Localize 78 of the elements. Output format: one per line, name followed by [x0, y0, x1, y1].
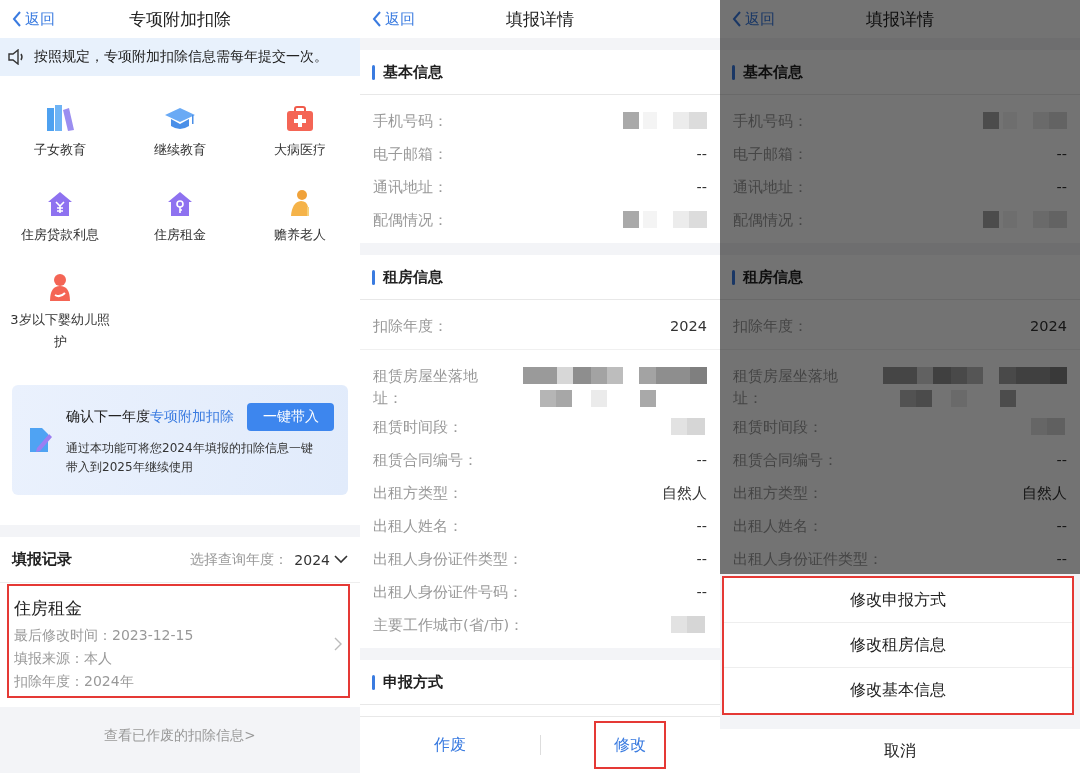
- field-value: --: [1056, 550, 1067, 569]
- field-value: --: [1056, 178, 1067, 197]
- field-label: 租赁房屋坐落地址：: [373, 367, 479, 408]
- medical-kit-icon: [286, 106, 314, 132]
- page-title: 填报详情: [866, 7, 934, 31]
- field-value: --: [696, 178, 707, 197]
- field-value: --: [696, 145, 707, 164]
- page-title: 填报详情: [506, 7, 574, 31]
- section-title: 填报记录: [12, 550, 72, 569]
- notice-text: 按照规定，专项附加扣除信息需每年提交一次。: [34, 48, 328, 66]
- record-detail: 扣除年度：2024年: [14, 671, 135, 691]
- section-marker: [372, 674, 375, 690]
- back-icon: [12, 11, 22, 27]
- blurred-value: [671, 616, 707, 633]
- section-marker: [372, 64, 375, 80]
- field-label: 出租人身份证件号码：: [373, 583, 523, 602]
- import-button[interactable]: 一键带入: [247, 403, 334, 431]
- field-label: 配偶情况：: [373, 211, 448, 230]
- field-value: --: [1056, 451, 1067, 470]
- field-label: 出租方类型：: [373, 484, 463, 503]
- record-item[interactable]: 住房租金 最后修改时间：2023-12-15 填报来源：本人 扣除年度：2024年: [7, 584, 350, 698]
- house-yen-icon: [47, 191, 73, 217]
- chevron-right-icon: [334, 637, 342, 651]
- field-value: 自然人: [1022, 484, 1067, 503]
- field-label: 主要工作城市(省/市)：: [373, 616, 525, 635]
- field-label: 电子邮箱：: [373, 145, 448, 164]
- document-pen-icon: [28, 426, 54, 454]
- field-label: 出租人身份证件类型：: [373, 550, 523, 569]
- section-title: 基本信息: [743, 62, 803, 82]
- house-key-icon: [167, 191, 193, 217]
- field-label: 手机号码：: [373, 112, 448, 131]
- field-label: 出租人姓名：: [373, 517, 463, 536]
- page-title: 专项附加扣除: [129, 7, 231, 31]
- back-button[interactable]: 返回: [12, 9, 55, 29]
- record-detail: 填报来源：本人: [14, 648, 113, 668]
- books-icon: [45, 104, 75, 132]
- cancel-button[interactable]: 取消: [720, 729, 1080, 773]
- field-value: 2024: [670, 317, 707, 336]
- field-value: --: [696, 451, 707, 470]
- field-value: --: [696, 517, 707, 536]
- back-icon: [732, 11, 742, 27]
- field-value: --: [696, 550, 707, 569]
- banner-title: 确认下一年度专项附加扣除: [66, 408, 234, 426]
- back-icon: [372, 11, 382, 27]
- category-item[interactable]: 赡养老人: [240, 187, 360, 272]
- field-value: --: [1056, 145, 1067, 164]
- record-title: 住房租金: [14, 596, 83, 620]
- field-label: 通讯地址：: [373, 178, 448, 197]
- section-title: 租房信息: [743, 267, 803, 287]
- category-item[interactable]: 子女教育: [0, 102, 120, 187]
- section-title: 申报方式: [383, 672, 443, 692]
- field-value: --: [1056, 517, 1067, 536]
- category-item[interactable]: 3岁以下婴幼儿照护: [0, 272, 120, 357]
- section-marker: [372, 269, 375, 285]
- category-item[interactable]: 住房贷款利息: [0, 187, 120, 272]
- category-item[interactable]: 住房租金: [120, 187, 240, 272]
- section-marker: [732, 64, 735, 80]
- field-value: 2024: [1030, 317, 1067, 336]
- field-value: 自然人: [662, 484, 707, 503]
- section-marker: [732, 269, 735, 285]
- section-title: 租房信息: [383, 267, 443, 287]
- year-filter[interactable]: 选择查询年度： 2024: [190, 550, 348, 569]
- back-button[interactable]: 返回: [372, 9, 415, 29]
- category-item[interactable]: 继续教育: [120, 102, 240, 187]
- record-detail: 最后修改时间：2023-12-15: [14, 625, 195, 645]
- chevron-down-icon: [334, 555, 348, 564]
- section-title: 基本信息: [383, 62, 443, 82]
- field-label: 扣除年度：: [373, 317, 448, 336]
- action-button[interactable]: 作废: [413, 721, 486, 769]
- field-value: --: [696, 583, 707, 602]
- banner-text: 通过本功能可将您2024年填报的扣除信息一键带入到2025年继续使用: [66, 440, 314, 476]
- action-button[interactable]: 修改: [594, 721, 667, 769]
- mother-icon: [48, 272, 72, 302]
- category-item[interactable]: 大病医疗: [240, 102, 360, 187]
- field-label: 租赁时间段：: [373, 418, 463, 437]
- graduation-cap-icon: [164, 106, 196, 132]
- blurred-value: [671, 418, 707, 435]
- field-label: 租赁合同编号：: [373, 451, 478, 470]
